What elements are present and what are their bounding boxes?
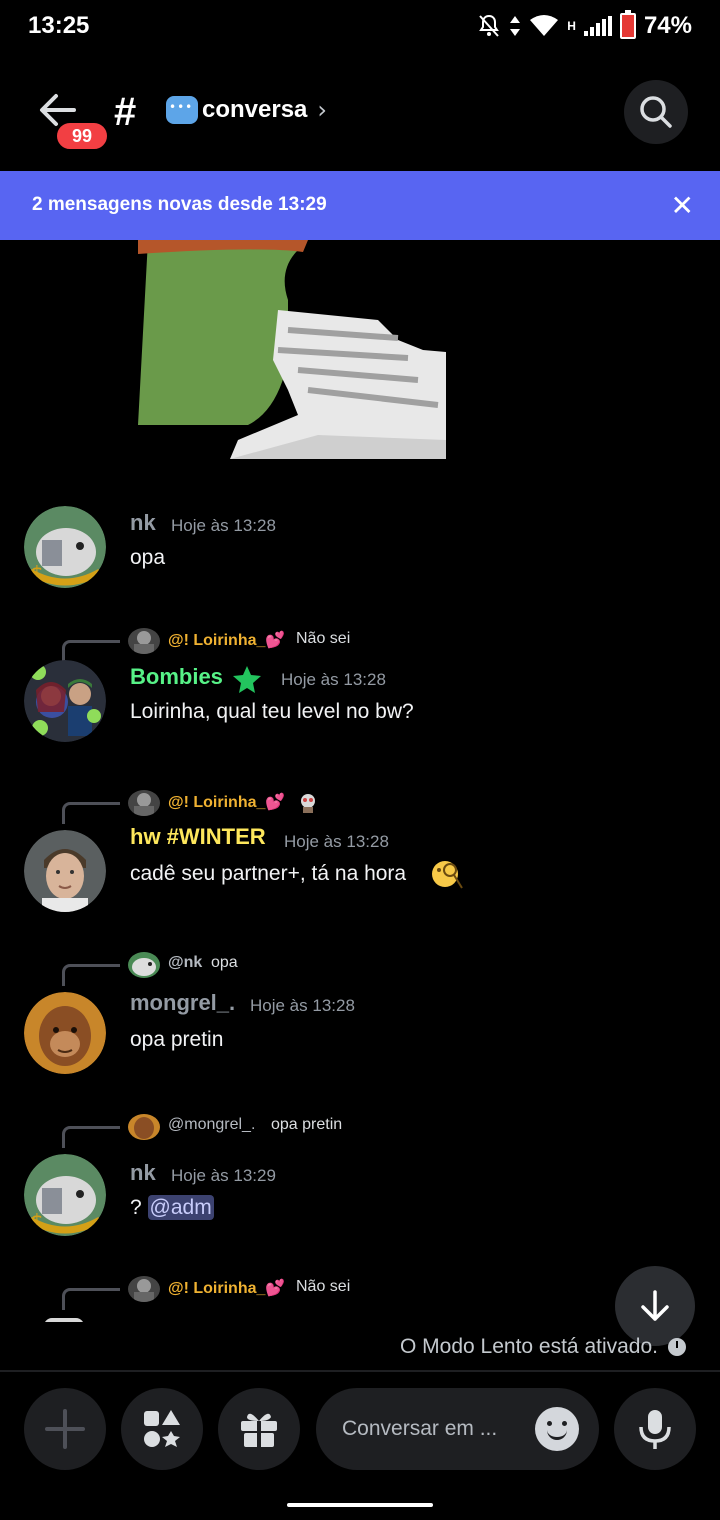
sticker-icon bbox=[296, 792, 320, 818]
reply-connector bbox=[62, 1288, 120, 1310]
svg-text:$: $ bbox=[30, 1211, 44, 1236]
reply-avatar bbox=[128, 1114, 160, 1140]
message-input-placeholder: Conversar em ... bbox=[342, 1417, 498, 1440]
reply-avatar bbox=[128, 628, 160, 654]
slowmode-notice: O Modo Lento está ativado. bbox=[400, 1335, 686, 1359]
apps-icon bbox=[144, 1410, 180, 1447]
speech-bubble-icon bbox=[166, 96, 198, 124]
username[interactable]: mongrel_. bbox=[130, 990, 235, 1016]
role-mention[interactable]: @adm bbox=[147, 1195, 214, 1220]
avatar[interactable]: $ bbox=[24, 506, 106, 588]
network-type: H bbox=[567, 19, 576, 33]
signal-icon bbox=[583, 16, 612, 36]
voice-message-button[interactable] bbox=[614, 1388, 696, 1470]
message-content: opa pretin bbox=[130, 1028, 224, 1051]
gift-icon bbox=[241, 1413, 277, 1447]
reply-connector bbox=[62, 802, 120, 824]
clock-icon bbox=[668, 1338, 686, 1356]
mention-count-badge: 99 bbox=[54, 120, 110, 152]
timestamp: Hoje às 13:28 bbox=[284, 832, 389, 851]
role-star-icon bbox=[232, 664, 262, 698]
chevron-right-icon: › bbox=[317, 96, 328, 124]
message-content: ? @adm bbox=[130, 1195, 214, 1220]
bell-off-icon bbox=[479, 14, 500, 37]
search-icon bbox=[640, 96, 672, 128]
timestamp: Hoje às 13:29 bbox=[171, 1166, 276, 1185]
reply-username: @nk bbox=[168, 954, 203, 971]
reply-text: opa bbox=[211, 954, 238, 971]
username[interactable]: Bombies bbox=[130, 664, 223, 690]
reply-connector bbox=[62, 964, 120, 986]
hash-icon: # bbox=[114, 90, 137, 134]
channel-title[interactable]: conversa › bbox=[166, 96, 327, 124]
reply-username: @! Loirinha_💕 bbox=[168, 1280, 286, 1297]
channel-header: 99 # conversa › bbox=[0, 70, 720, 160]
reply-username: @! Loirinha_💕 bbox=[168, 632, 286, 649]
status-bar: 13:25 H 74% bbox=[0, 0, 720, 56]
message-list[interactable]: $ nk Hoje às 13:28 opa @! Loirinha_💕 Não… bbox=[0, 240, 720, 1322]
reply-avatar bbox=[128, 790, 160, 816]
reply-reference[interactable]: @! Loirinha_💕 Não sei bbox=[0, 1274, 720, 1310]
avatar[interactable]: $ bbox=[24, 1154, 106, 1236]
gif-image bbox=[138, 240, 446, 459]
message-content: cadê seu partner+, tá na hora bbox=[130, 862, 407, 885]
apps-button[interactable] bbox=[121, 1388, 203, 1470]
mic-icon bbox=[639, 1410, 671, 1449]
search-button[interactable] bbox=[624, 80, 688, 144]
message-text: ? bbox=[130, 1196, 148, 1219]
attach-button[interactable] bbox=[24, 1388, 106, 1470]
avatar[interactable] bbox=[24, 830, 106, 912]
gift-button[interactable] bbox=[218, 1388, 300, 1470]
status-time: 13:25 bbox=[28, 12, 90, 39]
svg-text:$: $ bbox=[30, 563, 44, 588]
plus-icon bbox=[45, 1409, 85, 1449]
battery-icon bbox=[619, 10, 636, 39]
username[interactable]: hw #WINTER bbox=[130, 824, 266, 850]
divider bbox=[0, 1370, 720, 1372]
reply-avatar bbox=[128, 952, 160, 978]
reply-text: Não sei bbox=[296, 630, 351, 647]
slowmode-text: O Modo Lento está ativado. bbox=[400, 1335, 658, 1358]
arrow-down-icon bbox=[641, 1290, 669, 1321]
message-content: opa bbox=[130, 546, 166, 569]
close-icon[interactable]: ✕ bbox=[671, 189, 694, 222]
message-input[interactable]: Conversar em ... bbox=[316, 1388, 599, 1470]
username[interactable]: nk bbox=[130, 510, 156, 536]
new-messages-banner[interactable]: 2 mensagens novas desde 13:29 ✕ bbox=[0, 171, 720, 240]
reply-reference[interactable]: @mongrel_. opa pretin bbox=[0, 1112, 720, 1148]
home-indicator[interactable] bbox=[287, 1503, 433, 1507]
reply-username: @! Loirinha_💕 bbox=[168, 794, 286, 811]
wifi-icon bbox=[530, 15, 559, 36]
reply-reference[interactable]: @nk opa bbox=[0, 950, 720, 986]
avatar[interactable] bbox=[44, 1318, 84, 1322]
reply-reference[interactable]: @! Loirinha_💕 bbox=[0, 788, 720, 824]
message-composer: Conversar em ... bbox=[0, 1388, 720, 1472]
reply-connector bbox=[62, 1126, 120, 1148]
username[interactable]: nk bbox=[130, 1160, 156, 1186]
reply-connector bbox=[62, 640, 120, 662]
monocle-emoji-icon bbox=[430, 858, 464, 894]
gif-attachment[interactable] bbox=[138, 240, 446, 459]
new-messages-text: 2 mensagens novas desde 13:29 bbox=[32, 194, 327, 215]
avatar[interactable] bbox=[24, 992, 106, 1074]
status-icons: H 74% bbox=[477, 10, 692, 40]
reply-text: Não sei bbox=[296, 1278, 351, 1295]
timestamp: Hoje às 13:28 bbox=[281, 670, 386, 689]
timestamp: Hoje às 13:28 bbox=[250, 996, 355, 1015]
avatar[interactable] bbox=[24, 660, 106, 742]
reply-avatar bbox=[128, 1276, 160, 1302]
message-content: Loirinha, qual teu level no bw? bbox=[130, 700, 414, 723]
reply-text: opa pretin bbox=[271, 1116, 343, 1133]
battery-percent: 74% bbox=[643, 12, 692, 39]
data-arrows-icon bbox=[510, 16, 521, 36]
jump-to-present-button[interactable] bbox=[615, 1266, 695, 1346]
reply-reference[interactable]: @! Loirinha_💕 Não sei bbox=[0, 626, 720, 662]
channel-name: conversa bbox=[202, 96, 308, 123]
timestamp: Hoje às 13:28 bbox=[171, 516, 276, 535]
emoji-icon[interactable] bbox=[535, 1407, 579, 1451]
reply-username: @mongrel_. bbox=[168, 1116, 256, 1133]
